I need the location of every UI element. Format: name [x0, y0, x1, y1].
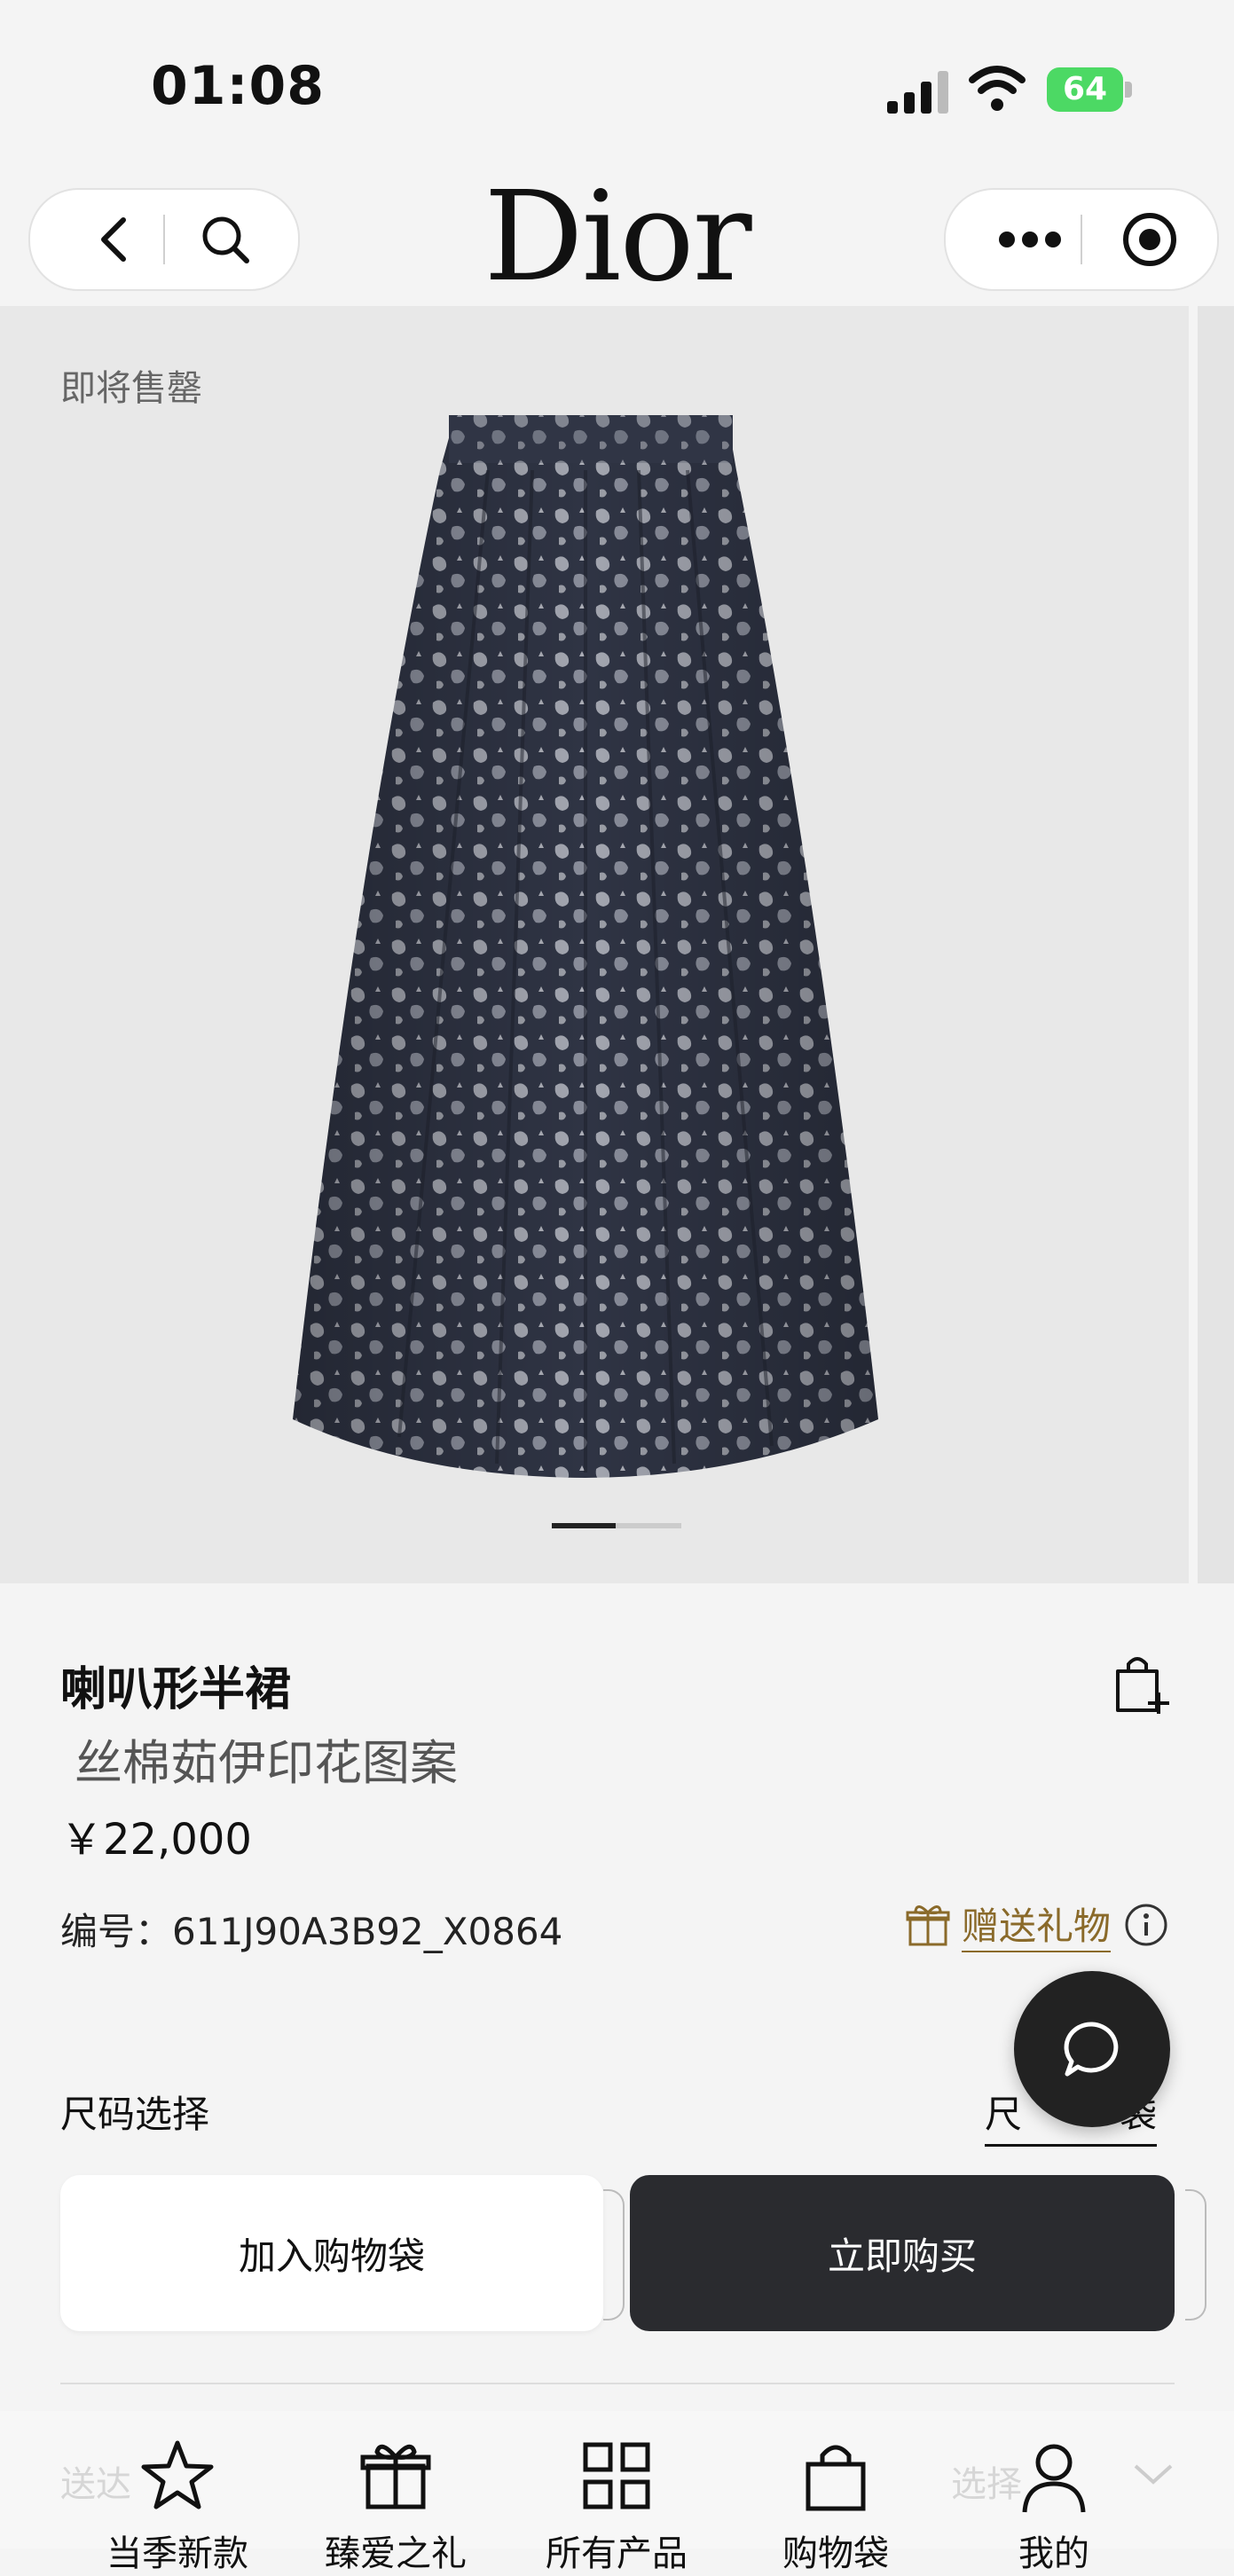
signal-icon: [887, 71, 948, 114]
tab-label: 臻爱之礼: [325, 2533, 467, 2574]
product-image: [293, 415, 878, 1478]
target-icon: [1123, 213, 1176, 266]
tab-all-products[interactable]: 所有产品: [528, 2438, 705, 2576]
tab-new-arrivals[interactable]: 当季新款: [89, 2438, 266, 2576]
tab-label: 我的: [1018, 2533, 1089, 2574]
gallery-pagination: [552, 1523, 681, 1528]
gift-label: 赠送礼物: [962, 1897, 1112, 1952]
gift-link[interactable]: 赠送礼物: [905, 1897, 1169, 1952]
person-icon: [1022, 2444, 1086, 2513]
nav-right-pill: [944, 188, 1219, 291]
add-to-bag-button[interactable]: 加入购物袋: [60, 2175, 603, 2331]
tab-gifts[interactable]: 臻爱之礼: [307, 2438, 484, 2576]
info-icon[interactable]: [1123, 1902, 1169, 1948]
tab-shopping-bag[interactable]: 购物袋: [747, 2438, 924, 2576]
tab-label: 购物袋: [782, 2533, 889, 2574]
product-price: ￥22,000: [60, 1815, 252, 1865]
gift-icon: [360, 2444, 431, 2509]
product-title: 喇叭形半裙: [60, 1663, 292, 1716]
wifi-icon: [969, 66, 1026, 111]
close-miniapp-button[interactable]: [1088, 190, 1212, 289]
chat-button[interactable]: [1014, 1971, 1170, 2127]
gift-icon: [906, 1905, 950, 1945]
add-to-bag-icon[interactable]: [1111, 1652, 1175, 1716]
size-select-label: 尺码选择: [60, 2093, 210, 2136]
stock-badge: 即将售罄: [60, 368, 202, 409]
product-sku: 编号：611J90A3B92_X0864: [60, 1910, 563, 1953]
bag-icon: [806, 2445, 866, 2511]
gallery-next-peek[interactable]: [1198, 306, 1234, 1583]
chat-bubble-icon: [1064, 2022, 1119, 2077]
more-dots-icon: [999, 232, 1061, 247]
grid-icon: [583, 2442, 650, 2509]
buy-now-button[interactable]: 立即购买: [630, 2175, 1175, 2331]
tab-label: 当季新款: [106, 2533, 248, 2574]
status-time: 01:08: [151, 55, 325, 117]
button-edge-right: [1185, 2189, 1206, 2321]
section-divider: [60, 2383, 1175, 2384]
battery-level: 64: [1062, 71, 1108, 107]
button-edge: [603, 2189, 625, 2321]
product-subtitle: 丝棉茹伊印花图案: [75, 1735, 458, 1791]
star-icon: [141, 2440, 214, 2509]
tab-me[interactable]: 我的: [965, 2438, 1143, 2576]
battery-indicator: 64: [1047, 67, 1132, 114]
more-button[interactable]: [963, 190, 1096, 289]
tab-label: 所有产品: [546, 2533, 688, 2574]
size-guide-left: 尺: [985, 2093, 1023, 2136]
